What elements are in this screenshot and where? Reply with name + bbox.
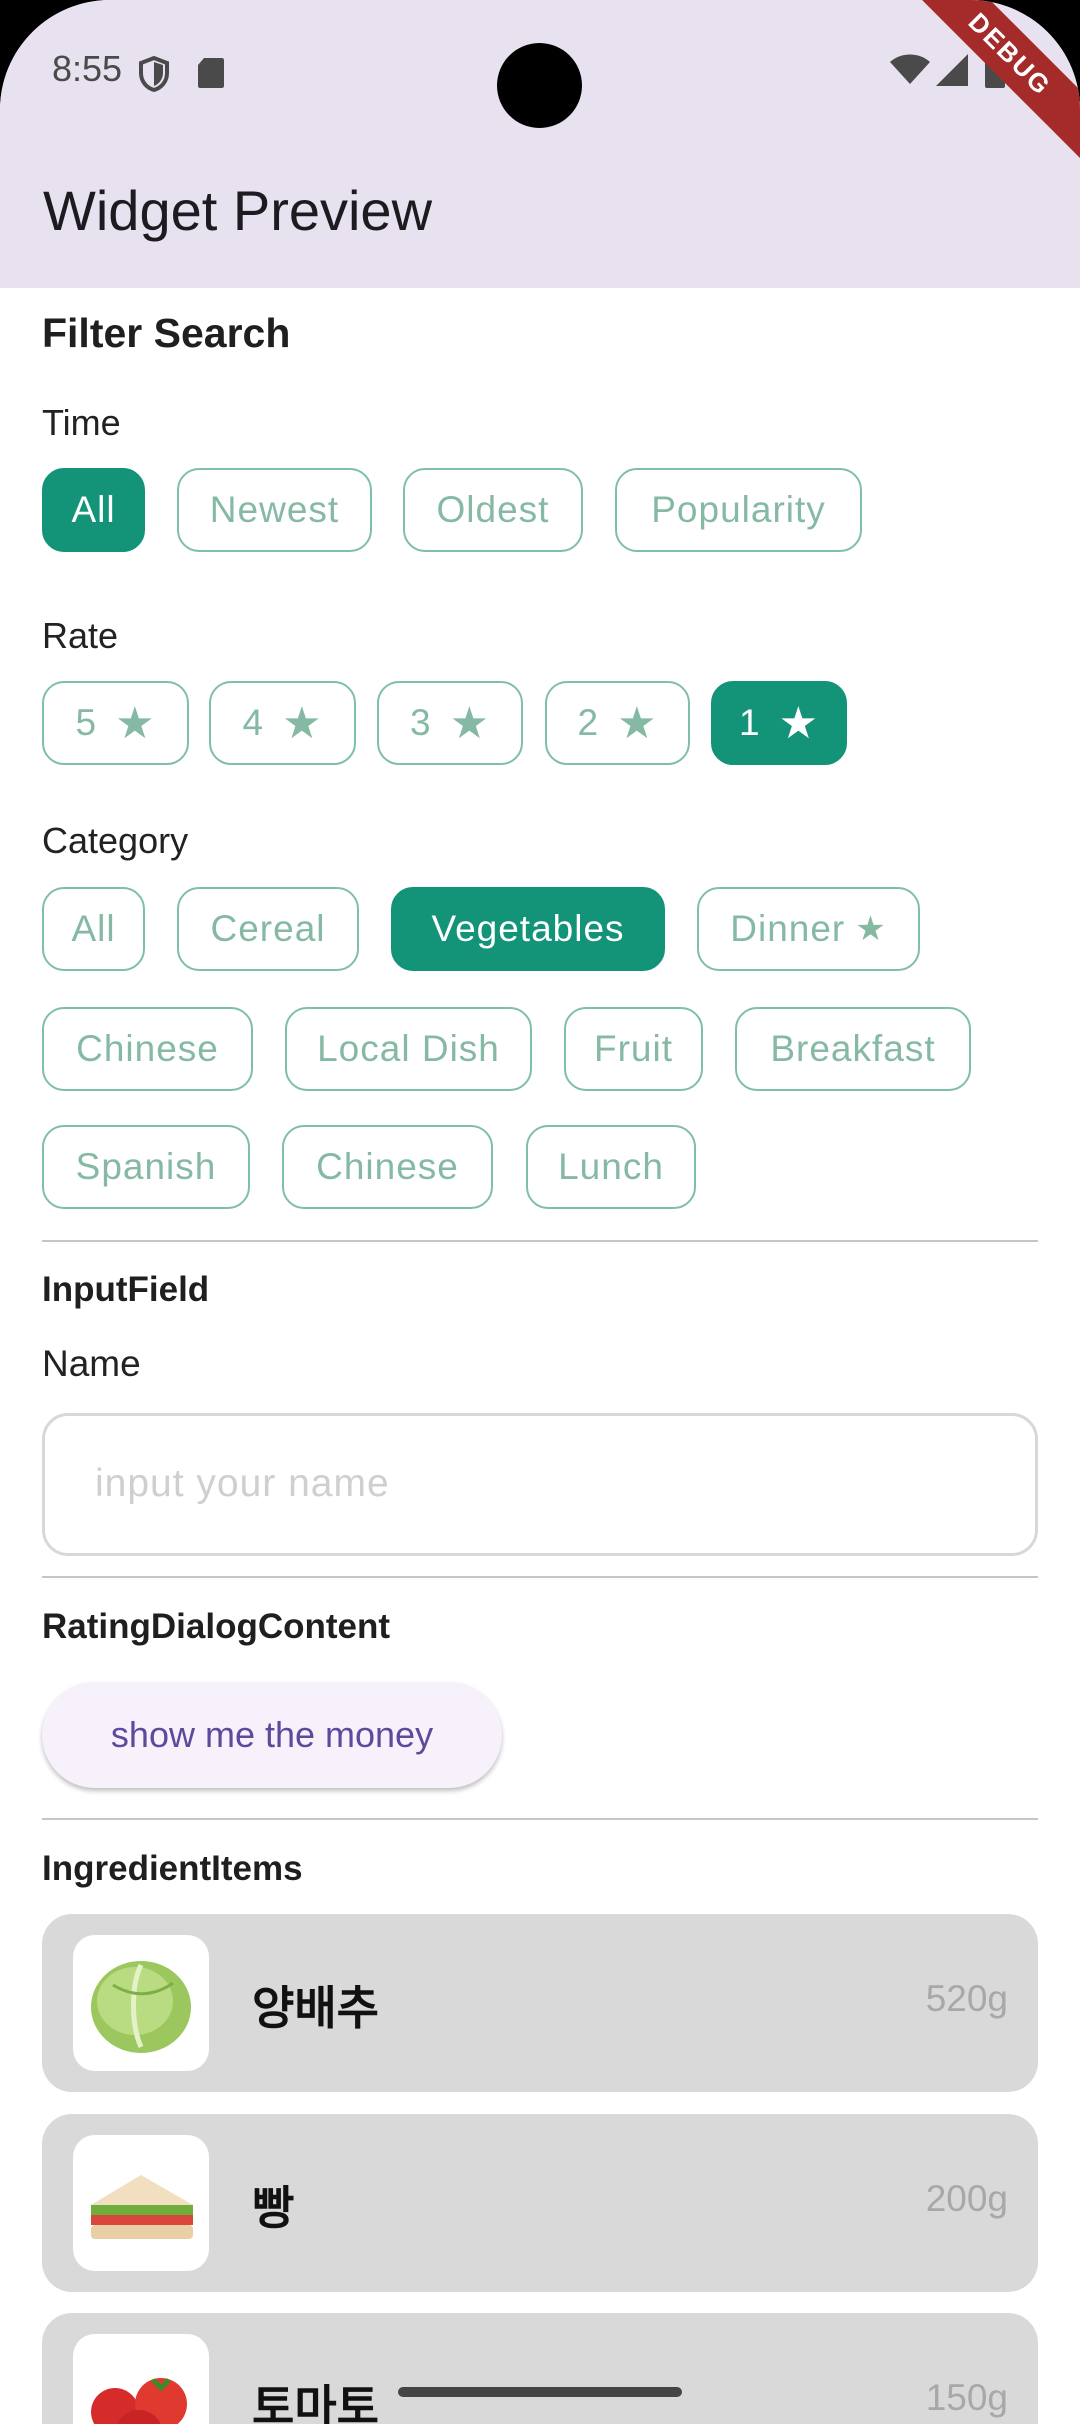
input-field-title: InputField <box>42 1270 210 1309</box>
chip-label: Chinese <box>76 1028 219 1069</box>
category-chip-chinese-2[interactable]: Chinese <box>282 1125 493 1209</box>
category-chip-vegetables[interactable]: Vegetables <box>391 887 665 971</box>
show-money-button[interactable]: show me the money <box>42 1682 502 1788</box>
category-chip-dinner[interactable]: Dinner ★ <box>697 887 920 971</box>
star-icon: ★ <box>778 698 820 748</box>
rate-chip-1[interactable]: 1 ★ <box>711 681 847 765</box>
chip-label: Local Dish <box>317 1028 500 1069</box>
chip-label: 1 <box>738 702 761 743</box>
time-chip-all[interactable]: All <box>42 468 145 552</box>
star-icon: ★ <box>449 698 491 748</box>
category-chip-spanish[interactable]: Spanish <box>42 1125 250 1209</box>
home-indicator[interactable] <box>398 2387 682 2397</box>
category-chip-cereal[interactable]: Cereal <box>177 887 359 971</box>
ingredient-weight: 520g <box>925 1978 1008 2019</box>
chip-label: Vegetables <box>431 908 625 949</box>
app-bar: 8:55 DEBUG Widget Preview <box>0 0 1080 288</box>
time-chip-oldest[interactable]: Oldest <box>403 468 583 552</box>
chip-label: Chinese <box>316 1146 459 1187</box>
time-label: Time <box>42 402 121 443</box>
category-chip-local-dish[interactable]: Local Dish <box>285 1007 532 1091</box>
chip-label: Fruit <box>594 1028 673 1069</box>
category-label: Category <box>42 820 189 861</box>
chip-label: Dinner <box>730 908 846 949</box>
star-icon: ★ <box>617 698 658 748</box>
page-title: Widget Preview <box>43 179 433 242</box>
ingredient-weight: 150g <box>925 2377 1008 2418</box>
chip-label: Lunch <box>558 1146 664 1187</box>
tomato-icon <box>73 2334 209 2424</box>
rate-chip-5[interactable]: 5 ★ <box>42 681 189 765</box>
chip-label: Popularity <box>651 489 826 530</box>
chip-label: Cereal <box>210 908 326 949</box>
ingredient-weight: 200g <box>925 2178 1008 2219</box>
star-icon: ★ <box>115 698 156 748</box>
ingredient-name: 빵 <box>252 2182 295 2234</box>
star-icon: ★ <box>855 910 887 948</box>
chip-label: 4 <box>242 702 265 743</box>
rate-label: Rate <box>42 615 119 656</box>
divider <box>42 1576 1038 1578</box>
chip-label: 5 <box>75 702 98 743</box>
chip-label: Oldest <box>436 489 550 530</box>
category-chip-breakfast[interactable]: Breakfast <box>735 1007 971 1091</box>
category-chip-all[interactable]: All <box>42 887 145 971</box>
cabbage-icon <box>73 1935 209 2071</box>
ingredient-items-title: IngredientItems <box>42 1849 303 1888</box>
time-chip-newest[interactable]: Newest <box>177 468 372 552</box>
chip-label: Breakfast <box>770 1028 936 1069</box>
status-time: 8:55 <box>52 48 123 89</box>
chip-label: Spanish <box>75 1146 217 1187</box>
rating-dialog-title: RatingDialogContent <box>42 1607 391 1646</box>
name-input-placeholder: input your name <box>95 1462 390 1505</box>
signal-icon <box>936 54 968 86</box>
name-label: Name <box>42 1343 141 1384</box>
ingredient-name: 양배추 <box>252 1982 379 2034</box>
button-label: show me the money <box>110 1714 434 1755</box>
filter-search-title: Filter Search <box>42 310 291 356</box>
chip-label: 3 <box>409 702 432 743</box>
wifi-icon <box>890 54 930 84</box>
shield-icon <box>139 56 169 92</box>
ingredient-item[interactable]: 토마토 150g <box>42 2313 1038 2424</box>
category-chip-chinese[interactable]: Chinese <box>42 1007 253 1091</box>
camera-cutout <box>497 43 582 128</box>
chip-label: All <box>71 489 116 530</box>
rate-chip-4[interactable]: 4 ★ <box>209 681 356 765</box>
category-chip-fruit[interactable]: Fruit <box>564 1007 703 1091</box>
divider <box>42 1240 1038 1242</box>
time-chip-popularity[interactable]: Popularity <box>615 468 862 552</box>
ingredient-item[interactable]: 빵 200g <box>42 2114 1038 2292</box>
debug-banner: DEBUG <box>886 0 1080 178</box>
sandwich-icon <box>73 2135 209 2271</box>
screen: 8:55 DEBUG Widget Preview Filter Search … <box>0 0 1080 2424</box>
category-chip-lunch[interactable]: Lunch <box>526 1125 696 1209</box>
rate-chip-2[interactable]: 2 ★ <box>545 681 690 765</box>
ingredient-name: 토마토 <box>252 2381 379 2424</box>
sd-card-icon <box>198 58 224 88</box>
star-icon: ★ <box>282 698 323 748</box>
name-input[interactable]: input your name <box>42 1413 1038 1556</box>
chip-label: 2 <box>577 702 600 743</box>
chip-label: All <box>71 908 116 949</box>
chip-label: Newest <box>209 489 340 530</box>
rate-chip-3[interactable]: 3 ★ <box>377 681 523 765</box>
ingredient-item[interactable]: 양배추 520g <box>42 1914 1038 2092</box>
divider <box>42 1818 1038 1820</box>
